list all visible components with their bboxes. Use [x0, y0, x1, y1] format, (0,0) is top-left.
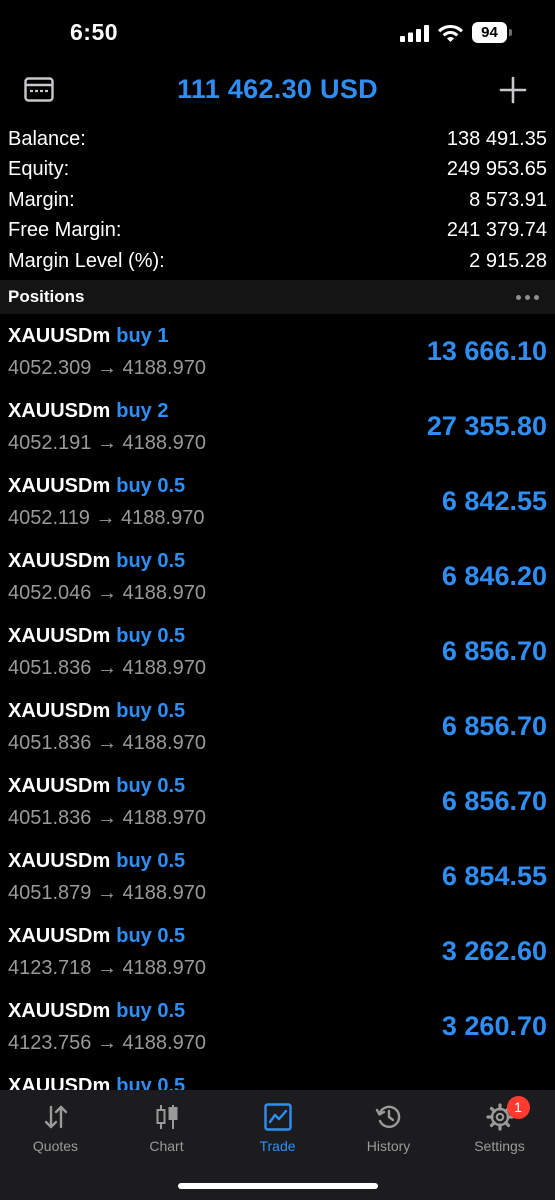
tab-trade[interactable]: Trade [222, 1090, 333, 1166]
position-row[interactable]: XAUUSDm buy 0.5 4051.879 → 4188.970 6 854… [0, 843, 555, 918]
position-prices: 4051.879 → 4188.970 [8, 882, 206, 904]
position-prices: 4052.191 → 4188.970 [8, 432, 206, 454]
position-profit: 13 666.10 [426, 336, 547, 366]
summary-row-balance: Balance: 138 491.35 [0, 124, 555, 155]
position-prices: 4123.756 → 4188.970 [8, 1032, 206, 1054]
summary-row-margin: Margin: 8 573.91 [0, 185, 555, 216]
status-time: 6:50 [70, 19, 119, 45]
battery-icon: 94 [472, 22, 514, 43]
notification-badge: 1 [506, 1096, 530, 1119]
wifi-icon [438, 25, 463, 42]
position-row[interactable]: XAUUSDm buy 0.5 4051.836 → 4188.970 6 856… [0, 768, 555, 843]
position-symbol: XAUUSDm [8, 850, 111, 872]
summary-row-free-margin: Free Margin: 241 379.74 [0, 216, 555, 247]
tab-label: History [366, 1138, 411, 1154]
position-row[interactable]: XAUUSDm buy 1 4052.309 → 4188.970 13 666.… [0, 318, 555, 393]
position-symbol: XAUUSDm [8, 1075, 111, 1090]
position-symbol: XAUUSDm [8, 1000, 111, 1022]
summary-label: Margin Level (%): [8, 249, 165, 272]
position-profit: 6 856.70 [441, 636, 547, 666]
tab-settings[interactable]: 1 Settings [444, 1090, 555, 1166]
history-icon [375, 1105, 400, 1128]
position-prices: 4051.836 → 4188.970 [8, 807, 206, 829]
position-type: buy 0.5 [116, 850, 186, 872]
position-symbol: XAUUSDm [8, 625, 111, 647]
position-symbol: XAUUSDm [8, 775, 111, 797]
position-profit: 6 842.55 [441, 486, 547, 516]
position-type: buy 0.5 [116, 925, 186, 947]
summary-value: 241 379.74 [446, 219, 547, 242]
trade-icon [263, 1103, 292, 1131]
position-row[interactable]: XAUUSDm buy 0.5 4123.718 → 4188.970 3 262… [0, 918, 555, 993]
position-type: buy 0.5 [116, 1075, 186, 1090]
position-type: buy 0.5 [116, 475, 186, 497]
position-prices: 4052.309 → 4188.970 [8, 357, 206, 379]
position-prices: 4052.119 → 4188.970 [8, 507, 205, 529]
trade-header: 111 462.30 USD [0, 64, 555, 118]
position-prices: 4123.718 → 4188.970 [8, 957, 206, 979]
summary-value: 138 491.35 [446, 127, 547, 150]
more-options-icon[interactable] [516, 294, 539, 300]
cellular-signal-icon [400, 25, 429, 42]
account-summary: Balance: 138 491.35 Equity: 249 953.65 M… [0, 124, 555, 277]
tab-quotes[interactable]: Quotes [0, 1090, 111, 1166]
position-row[interactable]: XAUUSDm buy 0.5 4051.836 → 4188.970 6 856… [0, 693, 555, 768]
tab-label: Quotes [32, 1138, 79, 1154]
position-symbol: XAUUSDm [8, 400, 111, 422]
position-profit: 6 846.20 [441, 561, 547, 591]
summary-value: 249 953.65 [446, 158, 547, 181]
tab-label: Settings [474, 1138, 525, 1154]
position-row[interactable]: XAUUSDm buy 0.5 [0, 1068, 555, 1090]
position-profit: 3 262.60 [441, 936, 547, 966]
position-profit: 3 260.70 [441, 1011, 547, 1041]
position-row[interactable]: XAUUSDm buy 0.5 4051.836 → 4188.970 6 856… [0, 618, 555, 693]
position-profit: 27 355.80 [426, 411, 547, 441]
summary-label: Free Margin: [8, 219, 122, 242]
tab-chart[interactable]: Chart [111, 1090, 222, 1166]
summary-label: Margin: [8, 188, 75, 211]
tab-label: Chart [149, 1138, 184, 1154]
summary-row-equity: Equity: 249 953.65 [0, 155, 555, 186]
position-symbol: XAUUSDm [8, 550, 111, 572]
summary-label: Equity: [8, 158, 70, 181]
tab-history[interactable]: History [333, 1090, 444, 1166]
tab-label: Trade [259, 1138, 296, 1154]
status-bar: 6:50 94 [0, 0, 555, 64]
account-profit-title: 111 462.30 USD [177, 74, 378, 104]
position-type: buy 0.5 [116, 775, 186, 797]
positions-list: XAUUSDm buy 1 4052.309 → 4188.970 13 666.… [0, 318, 555, 1090]
position-prices: 4051.836 → 4188.970 [8, 732, 206, 754]
quotes-icon [44, 1105, 67, 1129]
position-profit: 6 856.70 [441, 786, 547, 816]
position-profit: 6 854.55 [441, 861, 547, 891]
home-indicator[interactable] [178, 1183, 378, 1189]
position-prices: 4051.836 → 4188.970 [8, 657, 206, 679]
position-type: buy 0.5 [116, 550, 186, 572]
position-type: buy 2 [116, 400, 169, 422]
position-type: buy 0.5 [116, 1000, 186, 1022]
position-type: buy 1 [116, 325, 169, 347]
position-row[interactable]: XAUUSDm buy 0.5 4052.046 → 4188.970 6 846… [0, 543, 555, 618]
battery-level: 94 [472, 22, 507, 43]
positions-section-header: Positions [0, 280, 555, 314]
position-symbol: XAUUSDm [8, 325, 111, 347]
summary-value: 2 915.28 [469, 249, 547, 272]
position-row[interactable]: XAUUSDm buy 0.5 4123.756 → 4188.970 3 260… [0, 993, 555, 1068]
plus-icon[interactable] [499, 76, 527, 104]
position-type: buy 0.5 [116, 700, 186, 722]
summary-row-margin-level: Margin Level (%): 2 915.28 [0, 246, 555, 277]
positions-title: Positions [8, 287, 85, 306]
summary-value: 8 573.91 [469, 188, 547, 211]
position-profit: 6 856.70 [441, 711, 547, 741]
position-symbol: XAUUSDm [8, 700, 111, 722]
position-row[interactable]: XAUUSDm buy 2 4052.191 → 4188.970 27 355.… [0, 393, 555, 468]
position-symbol: XAUUSDm [8, 925, 111, 947]
position-symbol: XAUUSDm [8, 475, 111, 497]
chart-icon [156, 1105, 177, 1129]
position-type: buy 0.5 [116, 625, 186, 647]
position-prices: 4052.046 → 4188.970 [8, 582, 206, 604]
position-row[interactable]: XAUUSDm buy 0.5 4052.119 → 4188.970 6 842… [0, 468, 555, 543]
summary-label: Balance: [8, 127, 86, 150]
